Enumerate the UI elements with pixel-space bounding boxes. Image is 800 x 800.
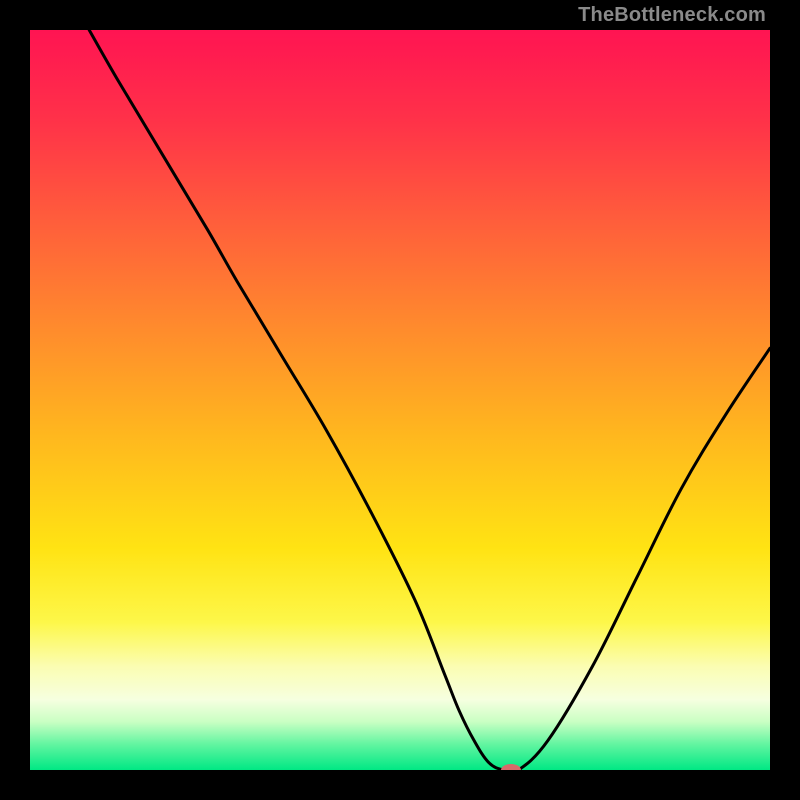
chart-frame: { "watermark": "TheBottleneck.com", "cha… xyxy=(0,0,800,800)
watermark-text: TheBottleneck.com xyxy=(578,4,766,27)
chart-background xyxy=(30,30,770,770)
bottleneck-chart xyxy=(30,30,770,770)
